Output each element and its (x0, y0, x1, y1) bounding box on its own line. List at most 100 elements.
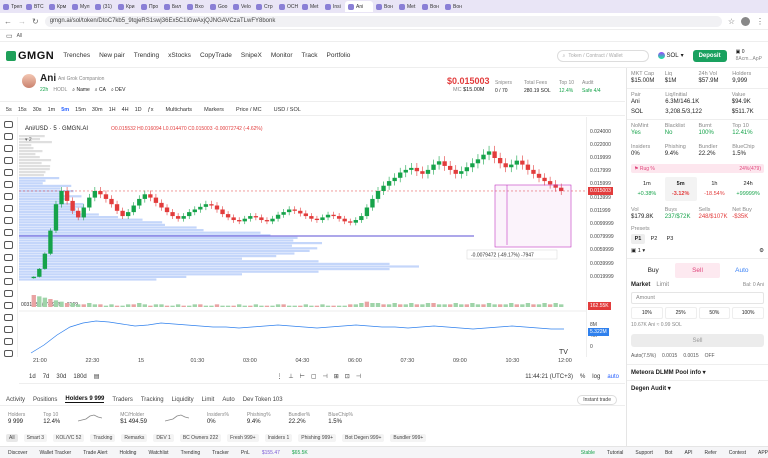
statusbar-app[interactable]: APP (758, 450, 768, 456)
statusbar-tutorial[interactable]: Tutorial (607, 450, 624, 456)
statusbar-tracker[interactable]: Tracker (212, 450, 229, 456)
interval-5m[interactable]: 5m (61, 107, 69, 113)
interval-15m[interactable]: 15m (75, 107, 86, 113)
bottom-tab-limit[interactable]: Limit (202, 397, 215, 403)
star-icon[interactable] (4, 266, 13, 273)
deposit-button[interactable]: Deposit (693, 50, 727, 62)
plus-icon[interactable] (4, 326, 13, 333)
statusbar-refer[interactable]: Refer (705, 450, 717, 456)
settings-icon[interactable] (4, 302, 13, 309)
range-30d[interactable]: 30d (56, 374, 66, 380)
fib-icon[interactable] (4, 145, 13, 152)
filter-all[interactable]: All (6, 434, 18, 442)
filter-insiders-1[interactable]: Insiders 1 (265, 434, 293, 442)
hide-icon[interactable] (4, 290, 13, 297)
filter-remarks[interactable]: Remarks (121, 434, 147, 442)
ca-search-button[interactable]: ⌕ CA (95, 87, 106, 93)
statusbar-trending[interactable]: Trending (181, 450, 201, 456)
statusbar-stable[interactable]: Stable (581, 450, 595, 456)
interval-1m[interactable]: 1m (48, 107, 56, 113)
timeframe-1m[interactable]: 1m +0.38% (631, 177, 663, 201)
browser-tab[interactable]: Треп (0, 1, 23, 12)
nav-new-pair[interactable]: New pair (99, 52, 125, 59)
pencil-icon[interactable] (4, 350, 13, 357)
browser-tab[interactable]: ВТС (23, 1, 46, 12)
chart-tool-usd-sol[interactable]: USD / SOL (274, 107, 301, 113)
trendline-icon[interactable] (4, 133, 13, 140)
nav-trenches[interactable]: Trenches (63, 52, 90, 59)
bottom-tab-liquidity[interactable]: Liquidity (172, 397, 194, 403)
browser-tab[interactable]: Вон (419, 1, 442, 12)
nav-snipex[interactable]: SnipeX (241, 52, 262, 59)
name-search-button[interactable]: ⌕ Name (72, 87, 90, 93)
chart-tool-markers[interactable]: Markers (204, 107, 224, 113)
ruler-icon[interactable] (4, 193, 13, 200)
browser-tab[interactable]: Вон (442, 1, 465, 12)
degen-audit-header[interactable]: Degen Audit ▾ (627, 380, 768, 396)
chain-selector[interactable]: SOL ▾ (658, 52, 684, 59)
auto-toggle[interactable]: auto (607, 374, 619, 380)
filter-bot-degen-999[interactable]: Bot Degen 999+ (342, 434, 384, 442)
interval-30s[interactable]: 30s (33, 107, 42, 113)
time-axis[interactable]: 21:00 22:30 15 01:30 03:00 04:30 06:00 07:30 09:… (19, 357, 586, 367)
browser-tab[interactable]: Крм (46, 1, 69, 12)
filter-smart-3[interactable]: Smart 3 (24, 434, 48, 442)
browser-tab[interactable]: Кри (115, 1, 138, 12)
bottom-tab-traders[interactable]: Traders (112, 397, 132, 403)
bottom-tab-activity[interactable]: Activity (6, 397, 25, 403)
filter-bc-owners-222[interactable]: BC Owners 222 (180, 434, 221, 442)
fee-setting[interactable]: OFF (705, 353, 715, 359)
log-toggle[interactable]: log (592, 374, 600, 380)
percent-50[interactable]: 50% (699, 307, 731, 319)
bookmarks-all[interactable]: All (17, 33, 23, 39)
bottom-tab-positions[interactable]: Positions (33, 397, 57, 403)
filter-dev-1[interactable]: DEV 1 (153, 434, 173, 442)
statusbar-wallet-tracker[interactable]: Wallet Tracker (39, 450, 71, 456)
zoom-icon[interactable] (4, 205, 13, 212)
percent-25[interactable]: 25% (665, 307, 697, 319)
pool-info-header[interactable]: Meteora DLMM Pool info ▾ (627, 364, 768, 380)
statusbar-api[interactable]: API (684, 450, 692, 456)
interval-5s[interactable]: 5s (6, 107, 12, 113)
reload-icon[interactable]: ↻ (32, 17, 39, 26)
interval-1h[interactable]: 1H (109, 107, 116, 113)
browser-tab[interactable]: Velo (230, 1, 253, 12)
menu-icon[interactable]: ⋮ (756, 17, 764, 26)
nav-xstocks[interactable]: xStocks (168, 52, 191, 59)
fee-setting[interactable]: Auto(7.5%) (631, 353, 656, 359)
wallet-count[interactable]: ▣ 1 ▾ (631, 248, 645, 254)
text-icon[interactable] (4, 169, 13, 176)
interval-15s[interactable]: 15s (18, 107, 27, 113)
clock-time[interactable]: 11:44:21 (UTC+3) (525, 374, 573, 380)
instant-trade-button[interactable]: Instant trade (577, 395, 617, 405)
pattern-icon[interactable] (4, 181, 13, 188)
browser-tab[interactable]: Goo (207, 1, 230, 12)
gmgn-logo[interactable]: GMGN (6, 50, 54, 62)
timeframe-5m[interactable]: 5m -3.12% (665, 177, 697, 201)
range-7d[interactable]: 7d (43, 374, 50, 380)
price-chart[interactable]: -0.0079472 (-49.17%) -7947Ani/USD · 5 · … (19, 117, 586, 357)
statusbar-support[interactable]: Support (635, 450, 653, 456)
amount-input[interactable]: Amount (631, 292, 764, 304)
limit-tab[interactable]: Limit (656, 282, 669, 288)
layers-icon[interactable] (4, 278, 13, 285)
statusbar-bot[interactable]: Bot (665, 450, 673, 456)
chart-tool-multicharts[interactable]: Multicharts (165, 107, 192, 113)
preset-p1[interactable]: P1 (631, 234, 645, 244)
browser-tab[interactable]: ОСН (276, 1, 299, 12)
url-field[interactable]: gmgn.ai/sol/token/DtoC7kb5_9tqjeRS1swj36… (45, 16, 722, 27)
fee-setting[interactable]: 0.0015 (683, 353, 698, 359)
minus-icon[interactable] (4, 338, 13, 345)
browser-tab[interactable]: Bxo (184, 1, 207, 12)
buy-tab[interactable]: Buy (631, 263, 675, 278)
settings-icon[interactable]: ⚙ (759, 248, 764, 254)
browser-tab[interactable]: Про (138, 1, 161, 12)
price-axis[interactable]: 0.024000 0.022000 0.019999 0.017999 0.015999… (586, 117, 625, 357)
browser-tab[interactable]: Стр (253, 1, 276, 12)
filter-bundler-999[interactable]: Bundler 999+ (390, 434, 426, 442)
filter-fresh-999[interactable]: Fresh 999+ (227, 434, 258, 442)
statusbar-65-5k[interactable]: $65.5K (292, 450, 308, 456)
bottom-tab-holders-9-999[interactable]: Holders 9 999 (65, 396, 104, 403)
forward-icon[interactable]: → (18, 17, 26, 26)
browser-tab[interactable]: (31) (92, 1, 115, 12)
